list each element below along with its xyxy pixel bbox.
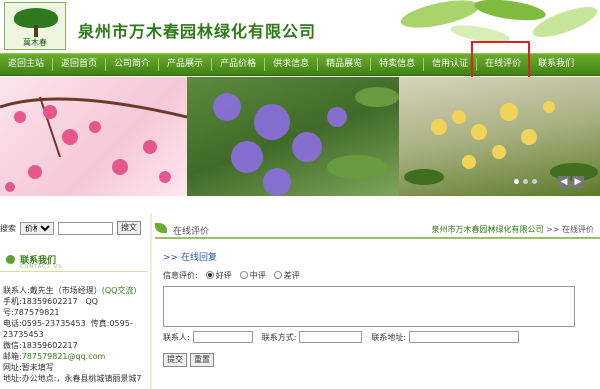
nav-item-sale[interactable]: 特卖信息 (371, 54, 423, 75)
rating-bad-option[interactable]: 差评 (273, 270, 300, 281)
nav-item-contact[interactable]: 联系我们 (530, 54, 582, 75)
contact-qq: 号:787579821 (3, 308, 60, 317)
contact-person-input[interactable] (192, 331, 253, 343)
contact-website: 网址:暂未填写 (3, 363, 54, 372)
prev-arrow-icon[interactable]: ◀ (558, 176, 570, 188)
contact-person-label: 联系人: (163, 332, 190, 342)
contact-addr-input[interactable] (409, 331, 520, 343)
banner-image-cherry (0, 77, 188, 196)
nav-item-exhibit[interactable]: 精品展览 (318, 54, 370, 75)
search-bar: 搜索 价格 搜文 (0, 221, 141, 235)
nav-item-about[interactable]: 公司简介 (106, 54, 158, 75)
slide-dot[interactable] (532, 179, 537, 184)
radio-bad[interactable] (273, 271, 282, 279)
nav-item-main-site[interactable]: 返回主站 (0, 54, 52, 75)
qq-chat-link[interactable]: (QQ交流) (102, 286, 137, 295)
radio-good[interactable] (205, 271, 214, 279)
rating-good-option[interactable]: 好评 (205, 270, 232, 281)
rating-label: 信息评价: (163, 270, 198, 280)
rating-group: 信息评价: 好评 中评 差评 (163, 268, 583, 282)
contact-addr-label: 联系地址: (371, 332, 407, 342)
nav-item-products[interactable]: 产品展示 (159, 54, 211, 75)
nav-item-credit[interactable]: 信用认证 (424, 54, 476, 75)
rating-mid-label: 中评 (249, 270, 266, 280)
section-title: 在线评价 (173, 227, 210, 237)
breadcrumb-home-link[interactable]: 泉州市万木春园林绿化有限公司 (432, 225, 544, 234)
reply-heading: >> 在线回复 (163, 253, 217, 263)
contact-icon (6, 255, 15, 264)
contact-fields: 联系人: 联系方式: 联系地址: (163, 331, 583, 343)
leaf-icon (155, 223, 167, 233)
contact-tel: 电话:0595-23735453 (3, 319, 86, 328)
breadcrumb-bar: 在线评价 泉州市万木春园林绿化有限公司 >> 在线评价 (155, 221, 600, 239)
cherry-blossom-image (0, 96, 188, 192)
slide-dot[interactable] (514, 179, 519, 184)
contact-way-input[interactable] (299, 331, 363, 343)
contact-email-link[interactable]: 787579821@qq.com (22, 352, 106, 361)
reset-button[interactable]: 重置 (190, 353, 214, 367)
submit-button[interactable]: 提交 (163, 353, 187, 367)
slide-indicators (514, 179, 537, 184)
logo[interactable]: 萬木春 (4, 2, 66, 50)
search-type-select[interactable]: 价格 (20, 221, 54, 235)
search-button[interactable]: 搜文 (117, 221, 141, 235)
slide-dot[interactable] (523, 179, 528, 184)
company-name: 泉州市万木春园林绿化有限公司 (78, 22, 317, 41)
message-textarea[interactable] (163, 286, 575, 327)
next-arrow-icon[interactable]: ▶ (572, 176, 584, 188)
nav-item-supply[interactable]: 供求信息 (265, 54, 317, 75)
breadcrumb: 泉州市万木春园林绿化有限公司 >> 在线评价 (432, 224, 595, 235)
contact-office: 地址:办公地点:，永春县桃城镇丽景城7 (3, 374, 142, 383)
contact-heading: 联系我们 CONTACT US (0, 250, 148, 272)
rating-bad-label: 差评 (283, 270, 300, 280)
form-buttons: 提交 重置 (163, 353, 583, 367)
search-label: 搜索 (0, 223, 16, 233)
contact-qq-label: QQ (85, 297, 98, 306)
contact-subtitle: CONTACT US (20, 264, 63, 270)
nav-item-prices[interactable]: 产品价格 (212, 54, 264, 75)
rating-good-label: 好评 (215, 270, 232, 280)
review-form: 信息评价: 好评 中评 差评 联系人: 联系方式: 联系地址: 提交 重置 (163, 268, 583, 367)
banner-slideshow[interactable] (0, 77, 600, 196)
contact-email-label: 邮箱: (3, 352, 22, 361)
tree-trunk-icon (34, 25, 38, 37)
contact-info: 联系人:戴先生（市场经理）(QQ交流) 手机:18359602217 QQ 号:… (3, 285, 151, 384)
nav-item-home[interactable]: 返回首页 (53, 54, 105, 75)
contact-way-label: 联系方式: (261, 332, 297, 342)
breadcrumb-current: 在线评价 (562, 225, 594, 234)
contact-wechat: 微信:18359602217 (3, 341, 78, 350)
radio-mid[interactable] (239, 271, 248, 279)
rating-mid-option[interactable]: 中评 (239, 270, 266, 281)
contact-fax-cont: 23735453 (3, 330, 44, 339)
sidebar-divider (150, 213, 152, 389)
jacaranda-image (213, 87, 399, 196)
contact-mobile: 手机:18359602217 (3, 297, 78, 306)
contact-fax: 传真:0595- (90, 319, 133, 328)
logo-text: 萬木春 (23, 38, 47, 47)
search-input[interactable] (58, 221, 113, 235)
contact-person: 联系人:戴先生（市场经理） (3, 286, 102, 295)
banner-image-jacaranda (187, 77, 399, 196)
breadcrumb-separator: >> (546, 225, 560, 234)
